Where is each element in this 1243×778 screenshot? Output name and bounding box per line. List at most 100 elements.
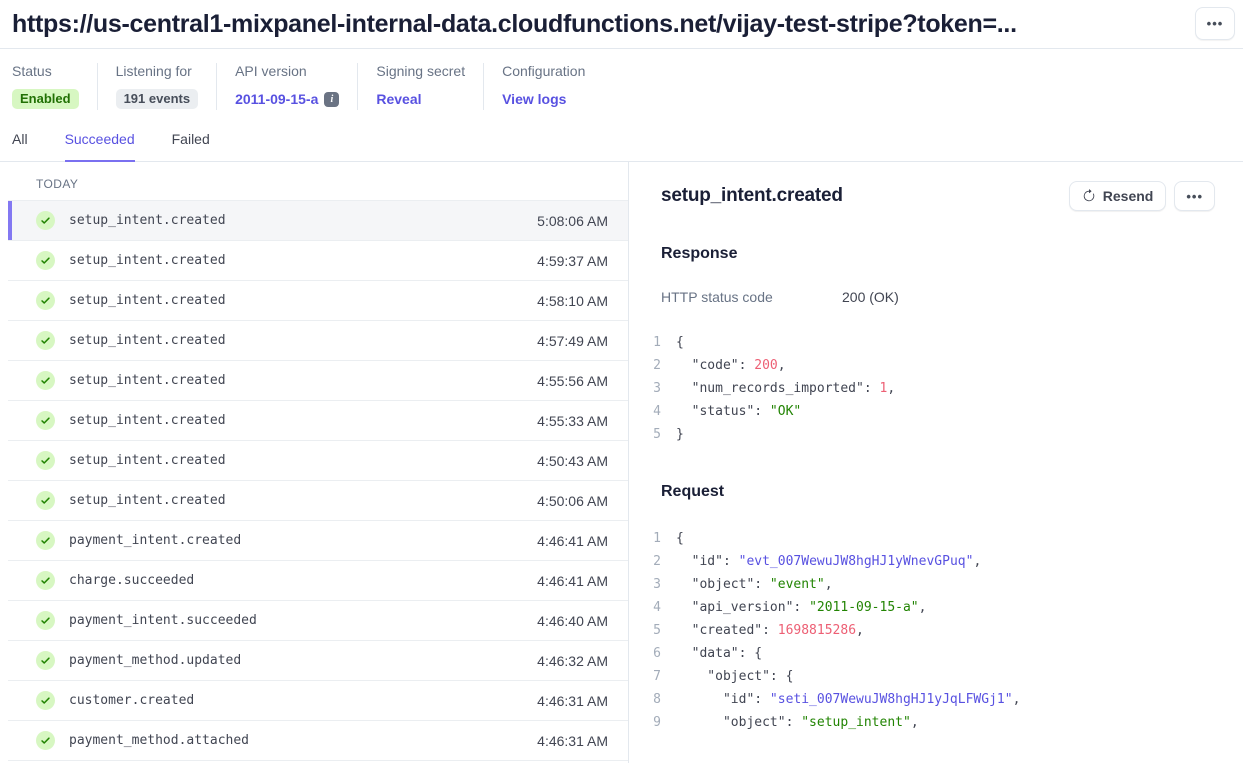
code-line: 8 "id": "seti_007WewuJW8hgHJ1yJqLFWGj1", [645,688,1215,711]
endpoint-url-title: https://us-central1-mixpanel-internal-da… [12,10,1183,39]
code-text: "object": { [676,665,793,688]
code-line: 2 "code": 200, [645,354,1215,377]
event-time: 4:46:41 AM [537,573,608,589]
code-line: 7 "object": { [645,665,1215,688]
resend-button[interactable]: Resend [1069,181,1167,211]
check-icon [36,651,55,670]
meta-value: 191 events [116,88,199,110]
tab-succeeded[interactable]: Succeeded [65,131,135,162]
line-number: 8 [645,688,661,711]
meta-value: View logs [502,88,585,110]
code-text: "id": "evt_007WewuJW8hgHJ1yWnevGPuq", [676,550,981,573]
check-icon [36,611,55,630]
event-row[interactable]: setup_intent.created 5:08:06 AM [8,201,628,241]
event-type-label: setup_intent.created [69,413,226,428]
meta-label: API version [235,63,339,79]
meta-value: 2011-09-15-a i [235,88,339,110]
line-number: 4 [645,400,661,423]
event-row[interactable]: setup_intent.created 4:57:49 AM [8,321,628,361]
event-time: 5:08:06 AM [537,213,608,229]
code-text: "object": "setup_intent", [676,711,919,734]
more-icon: ••• [1186,189,1203,204]
page-overflow-menu-button[interactable]: ••• [1195,7,1235,40]
check-icon [36,331,55,350]
event-type-label: setup_intent.created [69,213,226,228]
event-time: 4:59:37 AM [537,253,608,269]
event-time: 4:50:06 AM [537,493,608,509]
http-status-row: HTTP status code 200 (OK) [661,289,1215,305]
tab-failed[interactable]: Failed [172,131,210,162]
line-number: 4 [645,596,661,619]
event-detail-header: setup_intent.created Resend ••• [661,181,1215,211]
more-icon: ••• [1207,16,1224,31]
event-type-label: setup_intent.created [69,373,226,388]
event-row[interactable]: setup_intent.created 4:50:43 AM [8,441,628,481]
event-row[interactable]: payment_method.updated4:46:32 AM [8,641,628,681]
request-heading: Request [661,483,1215,501]
event-type-label: setup_intent.created [69,293,226,308]
response-code-block: 1{2 "code": 200,3 "num_records_imported"… [645,331,1215,446]
code-line: 5 "created": 1698815286, [645,619,1215,642]
event-type-label: payment_method.attached [69,733,249,748]
line-number: 3 [645,377,661,400]
resend-button-label: Resend [1103,188,1154,204]
line-number: 2 [645,550,661,573]
tab-all[interactable]: All [12,131,28,162]
meta-value: Enabled [12,88,79,110]
code-text: "id": "seti_007WewuJW8hgHJ1yJqLFWGj1", [676,688,1020,711]
event-time: 4:46:31 AM [537,693,608,709]
event-time: 4:55:56 AM [537,373,608,389]
detail-overflow-menu-button[interactable]: ••• [1174,181,1215,211]
code-text: "created": 1698815286, [676,619,864,642]
event-type-label: setup_intent.created [69,253,226,268]
reveal-link[interactable]: Reveal [376,91,421,107]
event-time: 4:46:32 AM [537,653,608,669]
event-row[interactable]: setup_intent.created4:55:33 AM [8,401,628,441]
code-text: "object": "event", [676,573,833,596]
code-text: } [676,423,684,446]
event-row[interactable]: charge.succeeded4:46:41 AM [8,561,628,601]
line-number: 1 [645,527,661,550]
event-row[interactable]: payment_intent.created4:46:41 AM [8,521,628,561]
event-detail-pane: setup_intent.created Resend ••• Response [629,162,1243,763]
meta-label: Listening for [116,63,199,79]
info-icon: i [324,92,339,107]
check-icon [36,211,55,230]
event-row[interactable]: customer.created 4:46:31 AM [8,681,628,721]
code-line: 4 "status": "OK" [645,400,1215,423]
event-time: 4:58:10 AM [537,293,608,309]
code-line: 3 "num_records_imported": 1, [645,377,1215,400]
event-row[interactable]: payment_method.attached 4:46:31 AM [8,721,628,761]
event-time: 4:46:31 AM [537,733,608,749]
meta-value: Reveal [376,88,465,110]
event-row[interactable]: setup_intent.created 4:55:56 AM [8,361,628,401]
meta-col-signing-secret: Signing secretReveal [376,63,484,110]
event-time: 4:50:43 AM [537,453,608,469]
view-logs-link[interactable]: View logs [502,91,566,107]
event-time: 4:57:49 AM [537,333,608,349]
events-count-badge: 191 events [116,89,199,109]
code-text: "num_records_imported": 1, [676,377,895,400]
event-type-label: setup_intent.created [69,453,226,468]
check-icon [36,251,55,270]
event-row[interactable]: payment_intent.succeeded4:46:40 AM [8,601,628,641]
event-type-label: setup_intent.created [69,493,226,508]
check-icon [36,291,55,310]
event-list-section-label: TODAY [8,162,628,200]
request-code-block: 1{2 "id": "evt_007WewuJW8hgHJ1yWnevGPuq"… [645,527,1215,734]
code-line: 2 "id": "evt_007WewuJW8hgHJ1yWnevGPuq", [645,550,1215,573]
event-type-label: setup_intent.created [69,333,226,348]
code-line: 4 "api_version": "2011-09-15-a", [645,596,1215,619]
event-row[interactable]: setup_intent.created 4:50:06 AM [8,481,628,521]
meta-col-api-version: API version 2011-09-15-a i [235,63,358,110]
code-text: { [676,331,684,354]
2011-09-15-a-link[interactable]: 2011-09-15-a [235,91,318,107]
event-filter-tabs: All Succeeded Failed [0,131,1243,162]
check-icon [36,531,55,550]
code-line: 3 "object": "event", [645,573,1215,596]
event-type-label: customer.created [69,693,194,708]
event-row[interactable]: setup_intent.created 4:59:37 AM [8,241,628,281]
event-row[interactable]: setup_intent.created 4:58:10 AM [8,281,628,321]
check-icon [36,571,55,590]
response-heading: Response [661,245,1215,263]
